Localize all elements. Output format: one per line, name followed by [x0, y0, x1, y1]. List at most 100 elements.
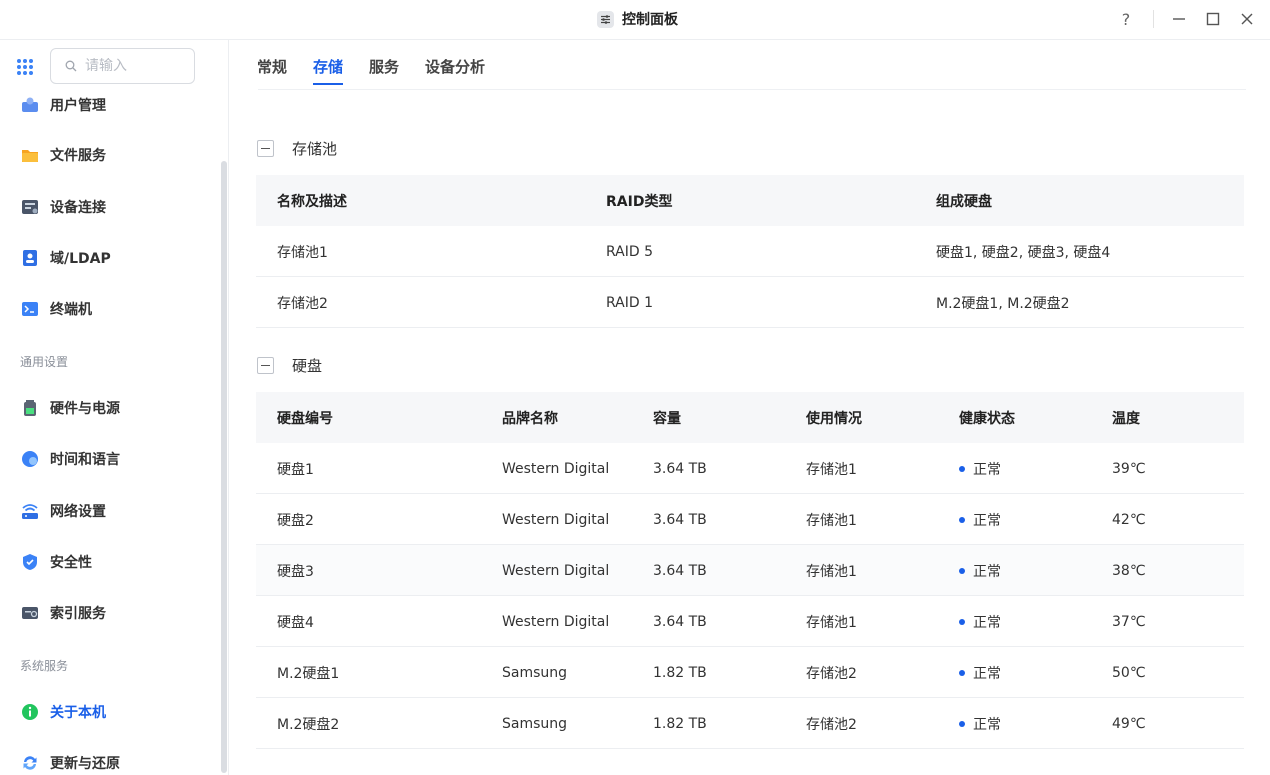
sidebar-item-user-management[interactable]: 用户管理	[20, 93, 106, 117]
disk-usage: 存储池1	[806, 614, 857, 631]
status-dot-icon	[959, 567, 965, 574]
disk-temperature: 42℃	[1112, 511, 1146, 528]
collapse-pool-button[interactable]	[257, 140, 274, 157]
table-row[interactable]: 硬盘2 Western Digital 3.64 TB 存储池1 正常 42℃	[256, 494, 1244, 545]
health-label: 正常	[973, 614, 1001, 631]
column-header: 容量	[653, 410, 681, 427]
health-label: 正常	[973, 563, 1001, 580]
disk-id: 硬盘3	[277, 563, 314, 580]
sidebar-item-ldap[interactable]: 域/LDAP	[20, 246, 111, 270]
minimize-button[interactable]	[1168, 8, 1190, 30]
disk-capacity: 3.64 TB	[653, 562, 707, 579]
wifi-icon	[20, 501, 40, 521]
sidebar-item-index-service[interactable]: 索引服务	[20, 601, 106, 625]
help-icon: ?	[1121, 9, 1131, 29]
table-row[interactable]: 硬盘4 Western Digital 3.64 TB 存储池1 正常 37℃	[256, 596, 1244, 647]
table-header: 名称及描述 RAID类型 组成硬盘	[256, 175, 1244, 226]
sidebar-item-security[interactable]: 安全性	[20, 550, 92, 574]
disk-brand: Samsung	[502, 664, 568, 681]
title-bar: 控制面板 ?	[0, 0, 1270, 40]
status-dot-icon	[959, 516, 965, 523]
sidebar-scrollbar[interactable]	[221, 161, 227, 773]
tab-services[interactable]: 服务	[369, 56, 399, 86]
sidebar-group-system: 系统服务	[20, 659, 69, 673]
user-icon	[20, 95, 40, 115]
table-row[interactable]: 硬盘1 Western Digital 3.64 TB 存储池1 正常 39℃	[256, 443, 1244, 494]
disk-section-header: 硬盘	[257, 355, 322, 376]
sidebar-item-time-language[interactable]: 时间和语言	[20, 447, 120, 471]
disk-usage: 存储池1	[806, 461, 857, 478]
sidebar-item-label: 更新与还原	[50, 756, 120, 772]
storage-pool-section-header: 存储池	[257, 138, 337, 159]
disk-temperature: 50℃	[1112, 664, 1146, 681]
disk-id: 硬盘4	[277, 614, 314, 631]
terminal-icon	[20, 299, 40, 319]
disk-temperature: 38℃	[1112, 562, 1146, 579]
sidebar-item-label: 终端机	[50, 302, 92, 318]
sidebar-item-about[interactable]: 关于本机	[20, 700, 106, 724]
status-dot-icon	[959, 465, 965, 472]
column-header: 品牌名称	[502, 410, 558, 427]
maximize-icon	[1206, 12, 1220, 26]
device-icon	[20, 197, 40, 217]
help-button[interactable]: ?	[1115, 8, 1137, 30]
sidebar-item-update-restore[interactable]: 更新与还原	[20, 751, 120, 775]
disk-health: 正常	[959, 647, 1001, 698]
health-label: 正常	[973, 665, 1001, 682]
disk-capacity: 3.64 TB	[653, 511, 707, 528]
table-row[interactable]: 存储池2 RAID 1 M.2硬盘1, M.2硬盘2	[256, 277, 1244, 328]
sidebar-item-hardware-power[interactable]: 硬件与电源	[20, 396, 120, 420]
disk-brand: Samsung	[502, 715, 568, 732]
maximize-button[interactable]	[1202, 8, 1224, 30]
sidebar-item-label: 安全性	[50, 555, 92, 571]
disk-capacity: 3.64 TB	[653, 460, 707, 477]
disk-health: 正常	[959, 545, 1001, 596]
sidebar-item-label: 文件服务	[50, 148, 106, 164]
tab-general[interactable]: 常规	[257, 56, 287, 86]
index-icon	[20, 603, 40, 623]
column-header: 组成硬盘	[936, 193, 992, 210]
pool-name: 存储池2	[277, 295, 328, 312]
sidebar-item-file-service[interactable]: 文件服务	[20, 143, 106, 167]
disk-usage: 存储池1	[806, 563, 857, 580]
section-title: 硬盘	[292, 357, 323, 375]
apps-grid-icon[interactable]	[16, 58, 34, 76]
tab-device-analysis[interactable]: 设备分析	[425, 56, 485, 86]
table-row[interactable]: 硬盘3 Western Digital 3.64 TB 存储池1 正常 38℃	[256, 545, 1244, 596]
column-header: RAID类型	[606, 193, 673, 210]
sidebar-item-device-connection[interactable]: 设备连接	[20, 195, 106, 219]
sidebar-item-label: 用户管理	[50, 98, 106, 114]
collapse-disk-button[interactable]	[257, 357, 274, 374]
disk-usage: 存储池2	[806, 716, 857, 733]
table-row[interactable]: 存储池1 RAID 5 硬盘1, 硬盘2, 硬盘3, 硬盘4	[256, 226, 1244, 277]
disk-brand: Western Digital	[502, 562, 610, 579]
titlebar-separator	[1153, 10, 1154, 28]
search-box[interactable]	[50, 48, 195, 84]
search-input[interactable]	[85, 58, 175, 74]
tab-bar: 常规 存储 服务 设备分析	[257, 56, 485, 86]
disk-brand: Western Digital	[502, 613, 610, 630]
tab-storage[interactable]: 存储	[313, 56, 344, 86]
sidebar-item-label: 时间和语言	[50, 452, 120, 468]
tab-divider	[258, 89, 1246, 90]
table-row[interactable]: M.2硬盘2 Samsung 1.82 TB 存储池2 正常 49℃	[256, 698, 1244, 749]
sidebar-item-network-settings[interactable]: 网络设置	[20, 499, 106, 523]
sidebar-group-general: 通用设置	[20, 355, 69, 369]
close-button[interactable]	[1236, 8, 1258, 30]
table-header: 硬盘编号 品牌名称 容量 使用情况 健康状态 温度	[256, 392, 1244, 443]
member-disks: 硬盘1, 硬盘2, 硬盘3, 硬盘4	[936, 244, 1111, 261]
minimize-icon	[1173, 18, 1185, 20]
sidebar-item-label: 关于本机	[50, 705, 106, 721]
column-header: 名称及描述	[277, 193, 347, 210]
health-label: 正常	[973, 512, 1001, 529]
column-header: 硬盘编号	[277, 410, 333, 427]
status-dot-icon	[959, 669, 965, 676]
search-icon	[65, 60, 77, 72]
table-row[interactable]: M.2硬盘1 Samsung 1.82 TB 存储池2 正常 50℃	[256, 647, 1244, 698]
column-header: 使用情况	[806, 410, 862, 427]
refresh-icon	[20, 753, 40, 773]
window-title-group: 控制面板	[597, 9, 678, 29]
disk-id: 硬盘1	[277, 461, 314, 478]
sidebar-item-label: 域/LDAP	[50, 251, 111, 267]
sidebar-item-terminal[interactable]: 终端机	[20, 297, 92, 321]
